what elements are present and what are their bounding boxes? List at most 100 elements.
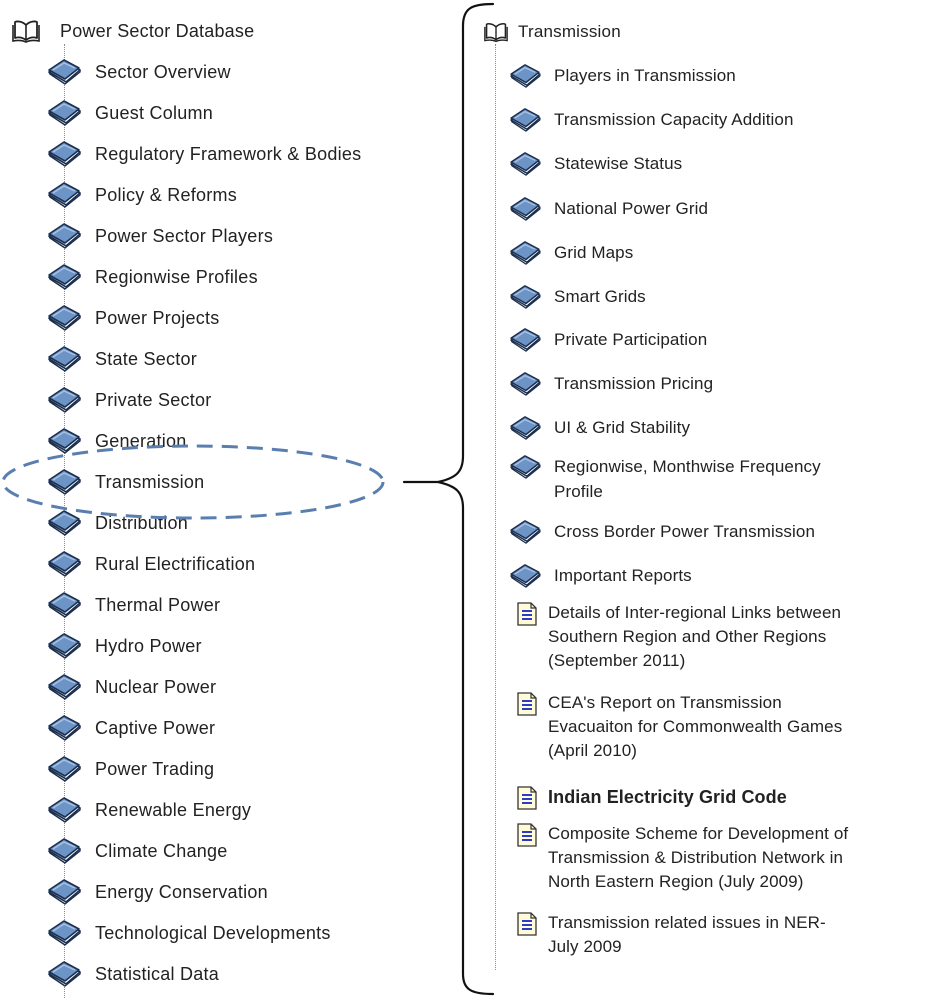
right-item-important-reports[interactable]: Important Reports — [508, 561, 692, 591]
left-item-label: Technological Developments — [95, 922, 331, 943]
right-item-national-power-grid[interactable]: National Power Grid — [508, 194, 708, 224]
book-icon — [46, 837, 82, 865]
book-icon — [46, 714, 82, 742]
book-icon — [508, 284, 542, 310]
left-item-rural-electrification[interactable]: Rural Electrification — [46, 549, 255, 579]
right-tree-root[interactable]: Transmission — [484, 18, 621, 46]
right-item-statewise-status[interactable]: Statewise Status — [508, 149, 682, 179]
book-icon — [508, 151, 542, 177]
book-icon — [508, 519, 542, 545]
left-item-state-sector[interactable]: State Sector — [46, 344, 197, 374]
left-item-guest-column[interactable]: Guest Column — [46, 98, 213, 128]
doc-item-inter-regional-links[interactable]: Details of Inter-regional Links between … — [516, 601, 841, 673]
right-item-label: Private Participation — [554, 330, 708, 349]
left-item-label: Power Sector Players — [95, 225, 274, 246]
book-icon — [508, 415, 542, 441]
doc-item-label: Composite Scheme for Development of Tran… — [548, 824, 849, 891]
left-item-renewable-energy[interactable]: Renewable Energy — [46, 795, 251, 825]
left-item-nuclear-power[interactable]: Nuclear Power — [46, 672, 216, 702]
left-tree-root[interactable]: Power Sector Database — [12, 16, 254, 46]
left-item-label: Private Sector — [95, 389, 212, 410]
left-item-regulatory-framework[interactable]: Regulatory Framework & Bodies — [46, 139, 361, 169]
left-item-label: Thermal Power — [95, 594, 221, 615]
doc-item-indian-electricity-grid-code[interactable]: Indian Electricity Grid Code — [516, 785, 787, 810]
book-icon — [46, 345, 82, 373]
right-item-label: Cross Border Power Transmission — [554, 522, 816, 541]
right-item-label: Grid Maps — [554, 243, 634, 262]
doc-item-transmission-issues-ner[interactable]: Transmission related issues in NER- July… — [516, 911, 826, 959]
left-item-label: Generation — [95, 430, 187, 451]
open-book-icon — [12, 19, 40, 43]
left-item-distribution[interactable]: Distribution — [46, 508, 188, 538]
book-icon — [508, 327, 542, 353]
right-subtree-panel: Transmission Players in Transmission Tra… — [470, 0, 930, 998]
book-icon — [46, 673, 82, 701]
left-item-private-sector[interactable]: Private Sector — [46, 385, 212, 415]
book-icon — [46, 919, 82, 947]
right-item-regionwise-frequency-profile[interactable]: Regionwise, Monthwise Frequency Profile — [508, 454, 821, 510]
right-item-label: Players in Transmission — [554, 66, 736, 85]
right-item-label: UI & Grid Stability — [554, 418, 691, 437]
right-item-transmission-pricing[interactable]: Transmission Pricing — [508, 369, 713, 399]
right-item-label: Statewise Status — [554, 154, 683, 173]
book-icon — [508, 107, 542, 133]
left-item-label: Guest Column — [95, 102, 214, 123]
left-item-power-trading[interactable]: Power Trading — [46, 754, 214, 784]
left-item-climate-change[interactable]: Climate Change — [46, 836, 228, 866]
left-item-label: Renewable Energy — [95, 799, 252, 820]
left-item-label: Power Trading — [95, 758, 215, 779]
left-item-label: State Sector — [95, 348, 198, 369]
document-icon — [516, 912, 538, 936]
book-icon — [46, 181, 82, 209]
left-item-hydro-power[interactable]: Hydro Power — [46, 631, 202, 661]
left-item-label: Captive Power — [95, 717, 216, 738]
left-item-label: Energy Conservation — [95, 881, 268, 902]
right-item-grid-maps[interactable]: Grid Maps — [508, 238, 633, 268]
left-item-power-sector-players[interactable]: Power Sector Players — [46, 221, 273, 251]
right-item-players-in-transmission[interactable]: Players in Transmission — [508, 61, 736, 91]
book-icon — [508, 63, 542, 89]
right-tree-root-label: Transmission — [518, 22, 621, 41]
right-item-cross-border-power-transmission[interactable]: Cross Border Power Transmission — [508, 517, 815, 547]
right-item-transmission-capacity-addition[interactable]: Transmission Capacity Addition — [508, 105, 794, 135]
book-icon — [46, 304, 82, 332]
left-item-captive-power[interactable]: Captive Power — [46, 713, 215, 743]
book-icon — [508, 454, 542, 480]
left-item-thermal-power[interactable]: Thermal Power — [46, 590, 220, 620]
right-item-label: Regionwise, Monthwise Frequency Profile — [554, 457, 821, 501]
doc-item-composite-scheme[interactable]: Composite Scheme for Development of Tran… — [516, 822, 848, 894]
left-navigation-tree: Power Sector Database Sector Overview Gu… — [0, 0, 470, 998]
book-icon — [46, 755, 82, 783]
book-icon — [46, 140, 82, 168]
left-item-regionwise-profiles[interactable]: Regionwise Profiles — [46, 262, 258, 292]
left-item-generation[interactable]: Generation — [46, 426, 187, 456]
book-icon — [46, 632, 82, 660]
doc-item-cea-report[interactable]: CEA's Report on Transmission Evacuaiton … — [516, 691, 842, 763]
right-item-smart-grids[interactable]: Smart Grids — [508, 282, 646, 312]
left-item-power-projects[interactable]: Power Projects — [46, 303, 220, 333]
book-icon — [46, 468, 82, 496]
left-item-label: Sector Overview — [95, 61, 231, 82]
left-item-policy-reforms[interactable]: Policy & Reforms — [46, 180, 237, 210]
left-item-label: Climate Change — [95, 840, 228, 861]
left-item-label: Statistical Data — [95, 963, 220, 984]
right-tree-connector-line — [495, 44, 496, 970]
left-item-technological-developments[interactable]: Technological Developments — [46, 918, 331, 948]
book-icon — [46, 263, 82, 291]
left-item-label: Policy & Reforms — [95, 184, 238, 205]
left-item-sector-overview[interactable]: Sector Overview — [46, 57, 231, 87]
right-item-ui-grid-stability[interactable]: UI & Grid Stability — [508, 413, 690, 443]
book-icon — [46, 960, 82, 988]
right-item-private-participation[interactable]: Private Participation — [508, 325, 707, 355]
left-item-transmission[interactable]: Transmission — [46, 467, 204, 497]
book-icon — [46, 509, 82, 537]
doc-item-label: CEA's Report on Transmission Evacuaiton … — [548, 693, 843, 760]
left-item-statistical-data[interactable]: Statistical Data — [46, 959, 219, 989]
left-item-energy-conservation[interactable]: Energy Conservation — [46, 877, 268, 907]
open-book-icon — [484, 21, 508, 43]
book-icon — [508, 563, 542, 589]
left-item-label: Regulatory Framework & Bodies — [95, 143, 362, 164]
left-tree-root-label: Power Sector Database — [60, 20, 255, 41]
doc-item-label: Transmission related issues in NER- July… — [548, 913, 826, 956]
book-icon — [46, 386, 82, 414]
